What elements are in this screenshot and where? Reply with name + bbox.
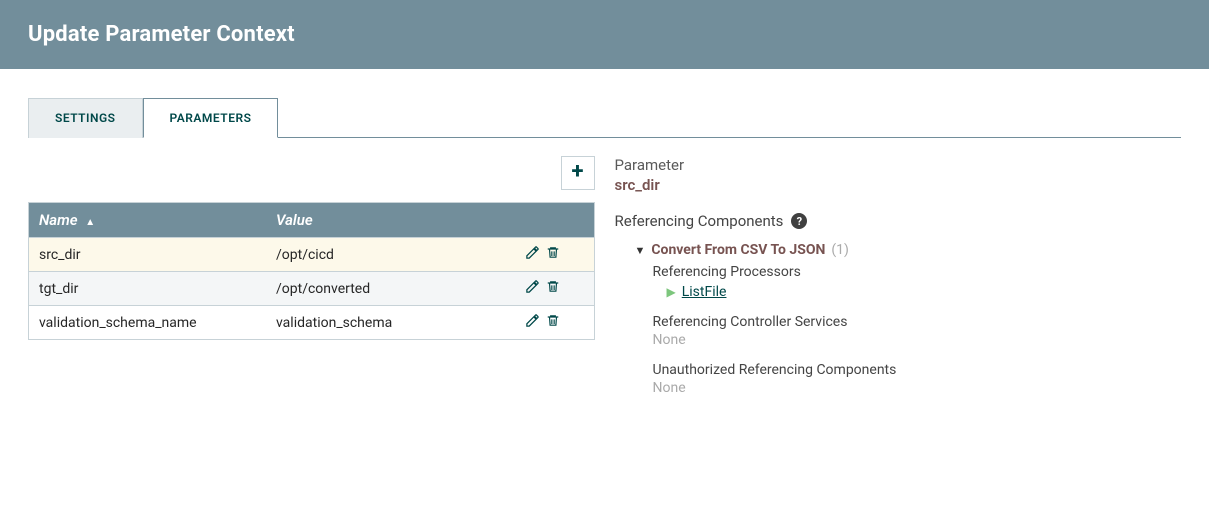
column-header-value[interactable]: Value: [266, 203, 515, 238]
referencing-services-value: None: [653, 332, 1182, 348]
param-actions-cell: [515, 306, 594, 340]
processor-link[interactable]: ListFile: [682, 284, 727, 300]
table-row[interactable]: tgt_dir/opt/converted: [29, 272, 595, 306]
unauthorized-label: Unauthorized Referencing Components: [653, 362, 1182, 378]
referencing-processors-label: Referencing Processors: [653, 264, 1182, 280]
edit-icon[interactable]: [525, 279, 540, 294]
add-parameter-button[interactable]: +: [561, 156, 595, 190]
param-name-cell: validation_schema_name: [29, 306, 267, 340]
column-header-name[interactable]: Name ▲: [29, 203, 267, 238]
parameters-table: Name ▲ Value src_dir/opt/cicdtgt_dir/opt…: [28, 202, 595, 340]
play-icon: ▶: [667, 285, 676, 299]
trash-icon[interactable]: [546, 313, 560, 328]
process-group-name[interactable]: Convert From CSV To JSON: [651, 242, 825, 258]
param-name-cell: src_dir: [29, 238, 267, 272]
tab-settings[interactable]: SETTINGS: [28, 98, 143, 138]
help-icon[interactable]: ?: [791, 213, 807, 229]
param-actions-cell: [515, 238, 594, 272]
column-header-name-label: Name: [39, 211, 78, 229]
edit-icon[interactable]: [525, 313, 540, 328]
trash-icon[interactable]: [546, 279, 560, 294]
caret-down-icon[interactable]: ▼: [635, 244, 646, 257]
param-value-cell: /opt/converted: [266, 272, 515, 306]
parameter-name: src_dir: [615, 176, 1182, 194]
param-value-cell: /opt/cicd: [266, 238, 515, 272]
plus-icon: +: [572, 159, 584, 184]
param-name-cell: tgt_dir: [29, 272, 267, 306]
sort-asc-icon: ▲: [85, 217, 95, 228]
trash-icon[interactable]: [546, 245, 560, 260]
parameter-label: Parameter: [615, 156, 1182, 174]
dialog-title: Update Parameter Context: [28, 22, 1181, 47]
process-group-count: (1): [831, 242, 849, 258]
dialog-header: Update Parameter Context: [0, 0, 1209, 69]
column-header-actions: [515, 203, 594, 238]
unauthorized-value: None: [653, 380, 1182, 396]
details-panel: Parameter src_dir Referencing Components…: [615, 156, 1182, 406]
tab-parameters[interactable]: PARAMETERS: [143, 98, 279, 138]
referencing-services-label: Referencing Controller Services: [653, 314, 1182, 330]
table-row[interactable]: src_dir/opt/cicd: [29, 238, 595, 272]
param-actions-cell: [515, 272, 594, 306]
table-row[interactable]: validation_schema_namevalidation_schema: [29, 306, 595, 340]
edit-icon[interactable]: [525, 245, 540, 260]
referencing-components-label: Referencing Components: [615, 212, 784, 230]
tab-bar: SETTINGS PARAMETERS: [28, 97, 1181, 138]
param-value-cell: validation_schema: [266, 306, 515, 340]
